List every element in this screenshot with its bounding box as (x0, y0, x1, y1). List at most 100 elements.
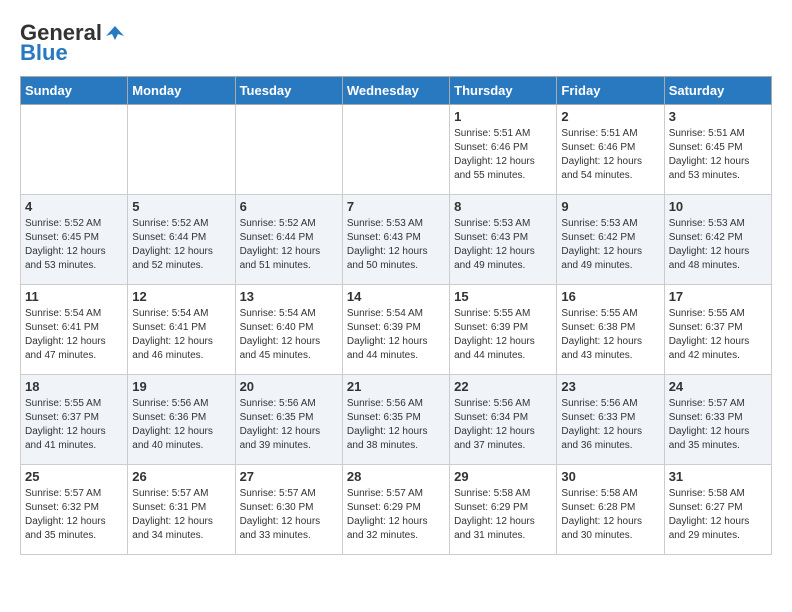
calendar-cell: 25 Sunrise: 5:57 AM Sunset: 6:32 PM Dayli… (21, 465, 128, 555)
calendar-cell: 28 Sunrise: 5:57 AM Sunset: 6:29 PM Dayli… (342, 465, 449, 555)
calendar-cell: 6 Sunrise: 5:52 AM Sunset: 6:44 PM Daylig… (235, 195, 342, 285)
day-number: 9 (561, 199, 659, 214)
day-number: 21 (347, 379, 445, 394)
day-info: Sunrise: 5:54 AM Sunset: 6:39 PM Dayligh… (347, 307, 445, 363)
day-number: 6 (240, 199, 338, 214)
calendar-cell: 9 Sunrise: 5:53 AM Sunset: 6:42 PM Daylig… (557, 195, 664, 285)
day-number: 8 (454, 199, 552, 214)
calendar-cell: 31 Sunrise: 5:58 AM Sunset: 6:27 PM Dayli… (664, 465, 771, 555)
day-info: Sunrise: 5:52 AM Sunset: 6:44 PM Dayligh… (132, 217, 230, 273)
calendar-cell: 17 Sunrise: 5:55 AM Sunset: 6:37 PM Dayli… (664, 285, 771, 375)
calendar-week-row: 18 Sunrise: 5:55 AM Sunset: 6:37 PM Dayli… (21, 375, 772, 465)
day-number: 7 (347, 199, 445, 214)
day-info: Sunrise: 5:56 AM Sunset: 6:34 PM Dayligh… (454, 397, 552, 453)
weekday-header-saturday: Saturday (664, 77, 771, 105)
day-info: Sunrise: 5:53 AM Sunset: 6:43 PM Dayligh… (347, 217, 445, 273)
day-number: 14 (347, 289, 445, 304)
day-info: Sunrise: 5:57 AM Sunset: 6:30 PM Dayligh… (240, 487, 338, 543)
day-number: 1 (454, 109, 552, 124)
calendar-cell: 29 Sunrise: 5:58 AM Sunset: 6:29 PM Dayli… (450, 465, 557, 555)
day-info: Sunrise: 5:57 AM Sunset: 6:32 PM Dayligh… (25, 487, 123, 543)
day-info: Sunrise: 5:55 AM Sunset: 6:39 PM Dayligh… (454, 307, 552, 363)
logo-bird-icon (104, 22, 126, 44)
day-info: Sunrise: 5:51 AM Sunset: 6:46 PM Dayligh… (561, 127, 659, 183)
calendar-week-row: 25 Sunrise: 5:57 AM Sunset: 6:32 PM Dayli… (21, 465, 772, 555)
calendar-week-row: 11 Sunrise: 5:54 AM Sunset: 6:41 PM Dayli… (21, 285, 772, 375)
day-number: 15 (454, 289, 552, 304)
weekday-header-tuesday: Tuesday (235, 77, 342, 105)
calendar-cell: 11 Sunrise: 5:54 AM Sunset: 6:41 PM Dayli… (21, 285, 128, 375)
calendar-cell: 30 Sunrise: 5:58 AM Sunset: 6:28 PM Dayli… (557, 465, 664, 555)
day-info: Sunrise: 5:54 AM Sunset: 6:40 PM Dayligh… (240, 307, 338, 363)
calendar-cell: 10 Sunrise: 5:53 AM Sunset: 6:42 PM Dayli… (664, 195, 771, 285)
day-number: 31 (669, 469, 767, 484)
day-info: Sunrise: 5:51 AM Sunset: 6:46 PM Dayligh… (454, 127, 552, 183)
weekday-header-thursday: Thursday (450, 77, 557, 105)
calendar-cell (235, 105, 342, 195)
calendar-cell: 18 Sunrise: 5:55 AM Sunset: 6:37 PM Dayli… (21, 375, 128, 465)
day-info: Sunrise: 5:56 AM Sunset: 6:33 PM Dayligh… (561, 397, 659, 453)
day-number: 20 (240, 379, 338, 394)
calendar-cell: 23 Sunrise: 5:56 AM Sunset: 6:33 PM Dayli… (557, 375, 664, 465)
calendar-cell: 8Sunrise: 5:53 AM Sunset: 6:43 PM Daylig… (450, 195, 557, 285)
calendar-table: SundayMondayTuesdayWednesdayThursdayFrid… (20, 76, 772, 555)
weekday-header-friday: Friday (557, 77, 664, 105)
day-info: Sunrise: 5:54 AM Sunset: 6:41 PM Dayligh… (132, 307, 230, 363)
day-number: 5 (132, 199, 230, 214)
calendar-cell: 13 Sunrise: 5:54 AM Sunset: 6:40 PM Dayli… (235, 285, 342, 375)
calendar-cell: 26Sunrise: 5:57 AM Sunset: 6:31 PM Dayli… (128, 465, 235, 555)
day-number: 12 (132, 289, 230, 304)
day-info: Sunrise: 5:56 AM Sunset: 6:35 PM Dayligh… (347, 397, 445, 453)
day-info: Sunrise: 5:55 AM Sunset: 6:38 PM Dayligh… (561, 307, 659, 363)
calendar-cell: 27 Sunrise: 5:57 AM Sunset: 6:30 PM Dayli… (235, 465, 342, 555)
day-number: 23 (561, 379, 659, 394)
logo-blue-text: Blue (20, 40, 68, 66)
day-info: Sunrise: 5:54 AM Sunset: 6:41 PM Dayligh… (25, 307, 123, 363)
calendar-cell: 5 Sunrise: 5:52 AM Sunset: 6:44 PM Daylig… (128, 195, 235, 285)
day-number: 24 (669, 379, 767, 394)
day-number: 22 (454, 379, 552, 394)
day-number: 17 (669, 289, 767, 304)
day-info: Sunrise: 5:57 AM Sunset: 6:29 PM Dayligh… (347, 487, 445, 543)
day-info: Sunrise: 5:53 AM Sunset: 6:42 PM Dayligh… (561, 217, 659, 273)
calendar-cell: 7 Sunrise: 5:53 AM Sunset: 6:43 PM Daylig… (342, 195, 449, 285)
logo: General Blue (20, 20, 126, 66)
day-info: Sunrise: 5:51 AM Sunset: 6:45 PM Dayligh… (669, 127, 767, 183)
day-info: Sunrise: 5:57 AM Sunset: 6:31 PM Dayligh… (132, 487, 230, 543)
day-number: 11 (25, 289, 123, 304)
day-info: Sunrise: 5:58 AM Sunset: 6:28 PM Dayligh… (561, 487, 659, 543)
day-number: 29 (454, 469, 552, 484)
calendar-cell: 20 Sunrise: 5:56 AM Sunset: 6:35 PM Dayli… (235, 375, 342, 465)
calendar-cell: 14 Sunrise: 5:54 AM Sunset: 6:39 PM Dayli… (342, 285, 449, 375)
calendar-cell: 12 Sunrise: 5:54 AM Sunset: 6:41 PM Dayli… (128, 285, 235, 375)
day-number: 10 (669, 199, 767, 214)
calendar-cell: 3 Sunrise: 5:51 AM Sunset: 6:45 PM Daylig… (664, 105, 771, 195)
day-info: Sunrise: 5:56 AM Sunset: 6:36 PM Dayligh… (132, 397, 230, 453)
calendar-cell: 22 Sunrise: 5:56 AM Sunset: 6:34 PM Dayli… (450, 375, 557, 465)
day-info: Sunrise: 5:55 AM Sunset: 6:37 PM Dayligh… (669, 307, 767, 363)
calendar-cell (21, 105, 128, 195)
day-number: 13 (240, 289, 338, 304)
day-info: Sunrise: 5:57 AM Sunset: 6:33 PM Dayligh… (669, 397, 767, 453)
day-number: 27 (240, 469, 338, 484)
calendar-week-row: 1 Sunrise: 5:51 AM Sunset: 6:46 PM Daylig… (21, 105, 772, 195)
day-number: 28 (347, 469, 445, 484)
calendar-cell: 1 Sunrise: 5:51 AM Sunset: 6:46 PM Daylig… (450, 105, 557, 195)
calendar-cell: 16 Sunrise: 5:55 AM Sunset: 6:38 PM Dayli… (557, 285, 664, 375)
day-info: Sunrise: 5:58 AM Sunset: 6:27 PM Dayligh… (669, 487, 767, 543)
day-number: 30 (561, 469, 659, 484)
day-info: Sunrise: 5:55 AM Sunset: 6:37 PM Dayligh… (25, 397, 123, 453)
header: General Blue (20, 20, 772, 66)
day-number: 3 (669, 109, 767, 124)
day-info: Sunrise: 5:58 AM Sunset: 6:29 PM Dayligh… (454, 487, 552, 543)
day-number: 25 (25, 469, 123, 484)
day-info: Sunrise: 5:52 AM Sunset: 6:44 PM Dayligh… (240, 217, 338, 273)
calendar-cell (342, 105, 449, 195)
day-info: Sunrise: 5:52 AM Sunset: 6:45 PM Dayligh… (25, 217, 123, 273)
calendar-week-row: 4Sunrise: 5:52 AM Sunset: 6:45 PM Daylig… (21, 195, 772, 285)
day-number: 2 (561, 109, 659, 124)
day-number: 16 (561, 289, 659, 304)
day-info: Sunrise: 5:56 AM Sunset: 6:35 PM Dayligh… (240, 397, 338, 453)
day-info: Sunrise: 5:53 AM Sunset: 6:42 PM Dayligh… (669, 217, 767, 273)
day-number: 18 (25, 379, 123, 394)
